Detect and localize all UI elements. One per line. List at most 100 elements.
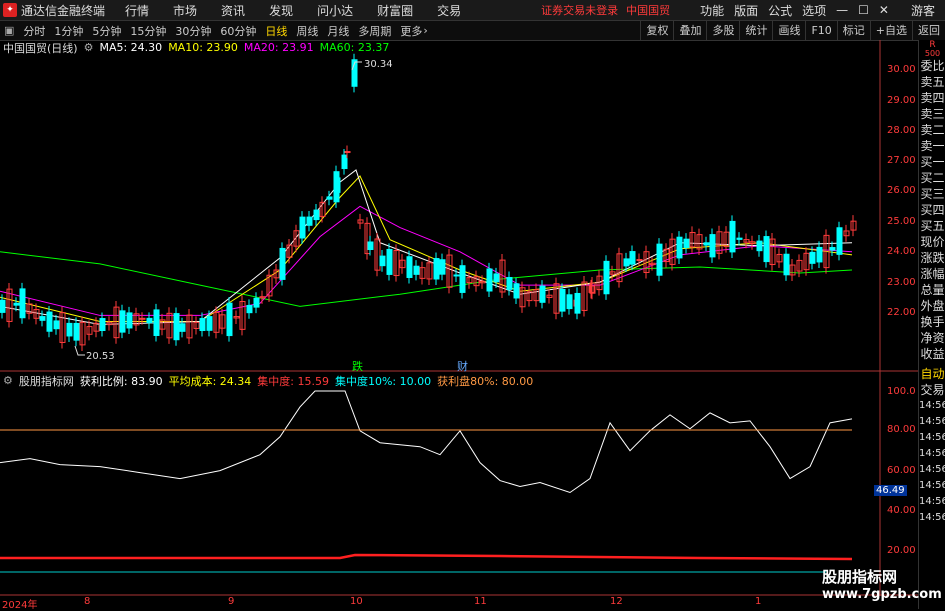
ind-concentration10: 集中度10%: 10.00 <box>334 374 432 388</box>
candle-body <box>146 317 153 324</box>
date-axis: 2024年 8 9 10 11 12 1 <box>0 596 880 611</box>
watermark-line1: 股朋指标网 <box>822 568 898 586</box>
candle-body <box>313 209 320 221</box>
candle-body <box>566 294 573 310</box>
indicator-header: ⚙ 股朋指标网 获利比例: 83.90 平均成本: 24.34 集中度: 15.… <box>0 373 880 388</box>
sidebar-buy5[interactable]: 买五 <box>919 218 945 234</box>
sidebar-buy2[interactable]: 买二 <box>919 170 945 186</box>
kline-chart[interactable] <box>0 0 918 596</box>
candle-body <box>453 274 460 277</box>
sidebar-buy1[interactable]: 买一 <box>919 154 945 170</box>
ma-line <box>0 175 853 322</box>
candle-body <box>513 283 520 299</box>
candle-body <box>341 154 348 170</box>
y-tick-27: 27.00 <box>887 155 916 166</box>
candle-body <box>809 251 816 264</box>
candle-body <box>433 258 440 280</box>
date-12: 12 <box>610 596 623 607</box>
candle-body <box>816 246 823 263</box>
candle-body <box>783 253 790 276</box>
candle-body <box>676 236 683 259</box>
ma-lines <box>0 169 853 326</box>
sidebar-outer[interactable]: 外盘 <box>919 298 945 314</box>
candle-body <box>656 243 663 276</box>
candle-body <box>703 242 710 246</box>
sidebar-net-asset[interactable]: 净资 <box>919 330 945 346</box>
date-1: 1 <box>755 596 762 607</box>
sidebar-earnings[interactable]: 收益 <box>919 346 945 362</box>
candle-body <box>574 292 581 314</box>
sidebar-change-pct[interactable]: 涨幅 <box>919 266 945 282</box>
candle-body <box>729 220 736 253</box>
ma-line <box>0 169 853 326</box>
indicator-name[interactable]: 股朋指标网 <box>19 373 74 389</box>
sidebar-sell3[interactable]: 卖三 <box>919 106 945 122</box>
candle-body <box>119 310 126 333</box>
candle-body <box>53 320 60 330</box>
candles <box>0 53 857 351</box>
candle-body <box>603 260 610 295</box>
sidebar-time-7: 14:56 <box>919 496 945 507</box>
right-sidebar: R 500 委比 卖五 卖四 卖三 卖二 卖一 买一 买二 买三 买四 买五 现… <box>918 40 945 609</box>
sidebar-time-8: 14:56 <box>919 512 945 523</box>
candle-body <box>506 277 513 290</box>
candle-body <box>493 273 500 283</box>
low-price-label: 20.53 <box>86 351 115 362</box>
watermark: 股朋指标网 www.7gpzb.com <box>822 566 942 606</box>
sidebar-weibi[interactable]: 委比 <box>919 58 945 74</box>
sidebar-top-r[interactable]: R <box>919 40 945 50</box>
ind-current-value: 46.49 <box>874 485 907 496</box>
sidebar-change[interactable]: 涨跌 <box>919 250 945 266</box>
ind-y-40: 40.00 <box>887 505 916 516</box>
sidebar-volume[interactable]: 总量 <box>919 282 945 298</box>
sidebar-time-3: 14:56 <box>919 432 945 443</box>
candle-body <box>367 241 374 250</box>
ind-huolipan80: 获利盘80%: 80.00 <box>437 374 534 388</box>
concentration-line <box>0 553 853 561</box>
high-price-label: 30.34 <box>364 59 393 70</box>
ind-y-20: 20.00 <box>887 545 916 556</box>
sidebar-sell4[interactable]: 卖四 <box>919 90 945 106</box>
date-11: 11 <box>474 596 487 607</box>
date-8: 8 <box>84 596 91 607</box>
candle-body <box>756 240 763 252</box>
ind-y-80: 80.00 <box>887 424 916 435</box>
sidebar-top-500[interactable]: 500 <box>919 50 945 58</box>
indicator-gear-icon[interactable]: ⚙ <box>3 374 13 387</box>
candle-body <box>413 265 420 275</box>
sidebar-turnover[interactable]: 换手 <box>919 314 945 330</box>
sidebar-trade[interactable]: 交易 <box>919 382 945 398</box>
candle-body <box>73 322 80 341</box>
candle-body <box>439 259 446 275</box>
candle-body <box>326 196 333 200</box>
sidebar-time-5: 14:56 <box>919 464 945 475</box>
candle-body <box>153 309 160 336</box>
sidebar-sell1[interactable]: 卖一 <box>919 138 945 154</box>
low-marker-line <box>74 345 85 356</box>
candle-body <box>334 177 341 193</box>
candle-body <box>486 268 493 292</box>
candle-body <box>459 265 466 293</box>
candle-body <box>636 259 643 262</box>
candle-body <box>46 311 53 332</box>
sidebar-buy4[interactable]: 买四 <box>919 202 945 218</box>
y-tick-26: 26.00 <box>887 185 916 196</box>
y-tick-23: 23.00 <box>887 277 916 288</box>
candle-body <box>683 238 690 248</box>
candle-body <box>306 216 313 226</box>
sidebar-price[interactable]: 现价 <box>919 234 945 250</box>
sidebar-sell2[interactable]: 卖二 <box>919 122 945 138</box>
ind-concentration: 集中度: 15.59 <box>257 374 329 388</box>
date-9: 9 <box>228 596 235 607</box>
sidebar-time-2: 14:56 <box>919 416 945 427</box>
sidebar-sell5[interactable]: 卖五 <box>919 74 945 90</box>
sidebar-time-4: 14:56 <box>919 448 945 459</box>
sidebar-time-1: 14:56 <box>919 400 945 411</box>
sidebar-time-6: 14:56 <box>919 480 945 491</box>
candle-body <box>386 248 393 275</box>
candle-body <box>539 285 546 303</box>
sidebar-auto[interactable]: 自动 <box>919 366 945 382</box>
ind-huoli: 获利比例: 83.90 <box>79 374 163 388</box>
candle-body <box>226 302 233 337</box>
sidebar-buy3[interactable]: 买三 <box>919 186 945 202</box>
